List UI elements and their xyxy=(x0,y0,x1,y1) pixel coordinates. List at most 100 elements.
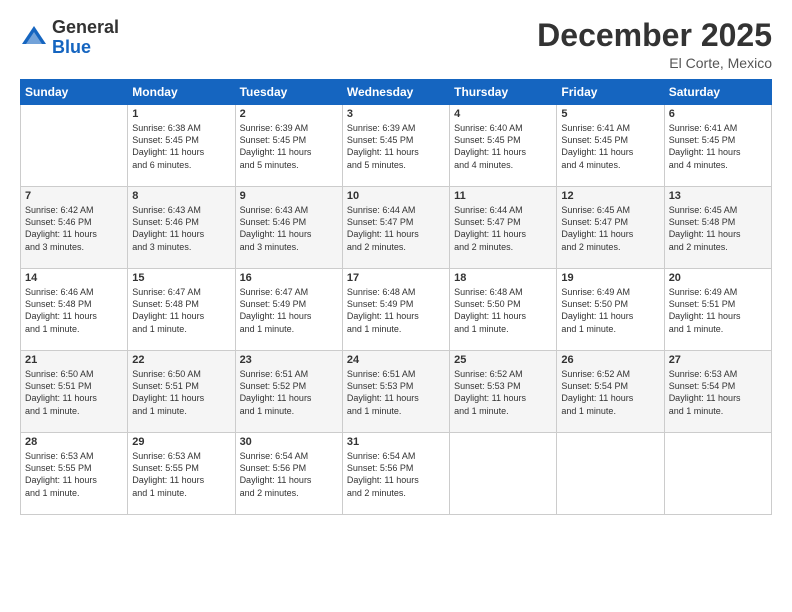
title-block: December 2025 El Corte, Mexico xyxy=(537,18,772,71)
day-number: 17 xyxy=(347,272,445,284)
day-cell: 12 Sunrise: 6:45 AM Sunset: 5:47 PM Dayli… xyxy=(557,187,664,269)
week-row-2: 7 Sunrise: 6:42 AM Sunset: 5:46 PM Daylig… xyxy=(21,187,772,269)
day-cell: 24Sunrise: 6:51 AM Sunset: 5:53 PM Dayli… xyxy=(342,351,449,433)
column-header-saturday: Saturday xyxy=(664,80,771,105)
calendar-table: SundayMondayTuesdayWednesdayThursdayFrid… xyxy=(20,79,772,515)
day-cell xyxy=(664,433,771,515)
day-info: Sunrise: 6:50 AM Sunset: 5:51 PM Dayligh… xyxy=(132,368,230,417)
day-info: Sunrise: 6:40 AM Sunset: 5:45 PM Dayligh… xyxy=(454,122,552,171)
day-cell: 1Sunrise: 6:38 AM Sunset: 5:45 PM Daylig… xyxy=(128,105,235,187)
day-info: Sunrise: 6:53 AM Sunset: 5:55 PM Dayligh… xyxy=(132,450,230,499)
day-number: 28 xyxy=(25,436,123,448)
day-cell xyxy=(557,433,664,515)
day-number: 19 xyxy=(561,272,659,284)
day-cell: 7 Sunrise: 6:42 AM Sunset: 5:46 PM Daylig… xyxy=(21,187,128,269)
day-cell: 13 Sunrise: 6:45 AM Sunset: 5:48 PM Dayli… xyxy=(664,187,771,269)
week-row-1: 1Sunrise: 6:38 AM Sunset: 5:45 PM Daylig… xyxy=(21,105,772,187)
day-cell: 9Sunrise: 6:43 AM Sunset: 5:46 PM Daylig… xyxy=(235,187,342,269)
day-cell: 10Sunrise: 6:44 AM Sunset: 5:47 PM Dayli… xyxy=(342,187,449,269)
day-info: Sunrise: 6:54 AM Sunset: 5:56 PM Dayligh… xyxy=(347,450,445,499)
column-header-sunday: Sunday xyxy=(21,80,128,105)
week-row-3: 14 Sunrise: 6:46 AM Sunset: 5:48 PM Dayli… xyxy=(21,269,772,351)
logo-icon xyxy=(20,24,48,52)
day-info: Sunrise: 6:48 AM Sunset: 5:50 PM Dayligh… xyxy=(454,286,552,335)
day-number: 18 xyxy=(454,272,552,284)
day-number: 27 xyxy=(669,354,767,366)
day-cell: 25 Sunrise: 6:52 AM Sunset: 5:53 PM Dayli… xyxy=(450,351,557,433)
day-number: 22 xyxy=(132,354,230,366)
day-number: 4 xyxy=(454,108,552,120)
column-header-thursday: Thursday xyxy=(450,80,557,105)
day-info: Sunrise: 6:49 AM Sunset: 5:51 PM Dayligh… xyxy=(669,286,767,335)
day-cell: 4 Sunrise: 6:40 AM Sunset: 5:45 PM Daylig… xyxy=(450,105,557,187)
day-cell: 3 Sunrise: 6:39 AM Sunset: 5:45 PM Daylig… xyxy=(342,105,449,187)
day-number: 7 xyxy=(25,190,123,202)
header-row: SundayMondayTuesdayWednesdayThursdayFrid… xyxy=(21,80,772,105)
day-number: 11 xyxy=(454,190,552,202)
day-number: 21 xyxy=(25,354,123,366)
day-number: 29 xyxy=(132,436,230,448)
day-info: Sunrise: 6:53 AM Sunset: 5:55 PM Dayligh… xyxy=(25,450,123,499)
logo-blue: Blue xyxy=(52,37,91,57)
day-info: Sunrise: 6:43 AM Sunset: 5:46 PM Dayligh… xyxy=(240,204,338,253)
day-number: 15 xyxy=(132,272,230,284)
calendar-page: General Blue December 2025 El Corte, Mex… xyxy=(0,0,792,612)
logo-text: General Blue xyxy=(52,18,119,58)
day-cell: 31 Sunrise: 6:54 AM Sunset: 5:56 PM Dayli… xyxy=(342,433,449,515)
day-info: Sunrise: 6:41 AM Sunset: 5:45 PM Dayligh… xyxy=(561,122,659,171)
day-info: Sunrise: 6:45 AM Sunset: 5:47 PM Dayligh… xyxy=(561,204,659,253)
day-number: 5 xyxy=(561,108,659,120)
day-cell: 6 Sunrise: 6:41 AM Sunset: 5:45 PM Daylig… xyxy=(664,105,771,187)
day-cell: 20 Sunrise: 6:49 AM Sunset: 5:51 PM Dayli… xyxy=(664,269,771,351)
column-header-monday: Monday xyxy=(128,80,235,105)
day-cell xyxy=(21,105,128,187)
day-info: Sunrise: 6:53 AM Sunset: 5:54 PM Dayligh… xyxy=(669,368,767,417)
day-cell: 15 Sunrise: 6:47 AM Sunset: 5:48 PM Dayli… xyxy=(128,269,235,351)
day-cell: 28 Sunrise: 6:53 AM Sunset: 5:55 PM Dayli… xyxy=(21,433,128,515)
day-info: Sunrise: 6:52 AM Sunset: 5:53 PM Dayligh… xyxy=(454,368,552,417)
day-number: 6 xyxy=(669,108,767,120)
day-cell: 22 Sunrise: 6:50 AM Sunset: 5:51 PM Dayli… xyxy=(128,351,235,433)
day-number: 24 xyxy=(347,354,445,366)
day-info: Sunrise: 6:47 AM Sunset: 5:49 PM Dayligh… xyxy=(240,286,338,335)
day-number: 13 xyxy=(669,190,767,202)
day-number: 20 xyxy=(669,272,767,284)
day-cell: 19Sunrise: 6:49 AM Sunset: 5:50 PM Dayli… xyxy=(557,269,664,351)
day-number: 10 xyxy=(347,190,445,202)
day-number: 31 xyxy=(347,436,445,448)
day-number: 12 xyxy=(561,190,659,202)
day-number: 2 xyxy=(240,108,338,120)
day-info: Sunrise: 6:39 AM Sunset: 5:45 PM Dayligh… xyxy=(347,122,445,171)
week-row-4: 21 Sunrise: 6:50 AM Sunset: 5:51 PM Dayli… xyxy=(21,351,772,433)
day-cell: 26Sunrise: 6:52 AM Sunset: 5:54 PM Dayli… xyxy=(557,351,664,433)
month-title: December 2025 xyxy=(537,18,772,53)
day-info: Sunrise: 6:42 AM Sunset: 5:46 PM Dayligh… xyxy=(25,204,123,253)
day-number: 3 xyxy=(347,108,445,120)
day-info: Sunrise: 6:38 AM Sunset: 5:45 PM Dayligh… xyxy=(132,122,230,171)
day-info: Sunrise: 6:48 AM Sunset: 5:49 PM Dayligh… xyxy=(347,286,445,335)
day-cell: 30Sunrise: 6:54 AM Sunset: 5:56 PM Dayli… xyxy=(235,433,342,515)
day-number: 8 xyxy=(132,190,230,202)
day-info: Sunrise: 6:50 AM Sunset: 5:51 PM Dayligh… xyxy=(25,368,123,417)
location: El Corte, Mexico xyxy=(537,55,772,71)
day-number: 23 xyxy=(240,354,338,366)
day-number: 25 xyxy=(454,354,552,366)
logo: General Blue xyxy=(20,18,119,58)
day-cell: 29 Sunrise: 6:53 AM Sunset: 5:55 PM Dayli… xyxy=(128,433,235,515)
day-info: Sunrise: 6:39 AM Sunset: 5:45 PM Dayligh… xyxy=(240,122,338,171)
day-info: Sunrise: 6:43 AM Sunset: 5:46 PM Dayligh… xyxy=(132,204,230,253)
day-cell: 17 Sunrise: 6:48 AM Sunset: 5:49 PM Dayli… xyxy=(342,269,449,351)
day-info: Sunrise: 6:41 AM Sunset: 5:45 PM Dayligh… xyxy=(669,122,767,171)
day-number: 14 xyxy=(25,272,123,284)
day-info: Sunrise: 6:45 AM Sunset: 5:48 PM Dayligh… xyxy=(669,204,767,253)
column-header-tuesday: Tuesday xyxy=(235,80,342,105)
day-info: Sunrise: 6:46 AM Sunset: 5:48 PM Dayligh… xyxy=(25,286,123,335)
logo-general: General xyxy=(52,17,119,37)
column-header-friday: Friday xyxy=(557,80,664,105)
day-info: Sunrise: 6:44 AM Sunset: 5:47 PM Dayligh… xyxy=(454,204,552,253)
day-info: Sunrise: 6:51 AM Sunset: 5:52 PM Dayligh… xyxy=(240,368,338,417)
day-info: Sunrise: 6:47 AM Sunset: 5:48 PM Dayligh… xyxy=(132,286,230,335)
day-cell: 2 Sunrise: 6:39 AM Sunset: 5:45 PM Daylig… xyxy=(235,105,342,187)
column-header-wednesday: Wednesday xyxy=(342,80,449,105)
day-number: 30 xyxy=(240,436,338,448)
